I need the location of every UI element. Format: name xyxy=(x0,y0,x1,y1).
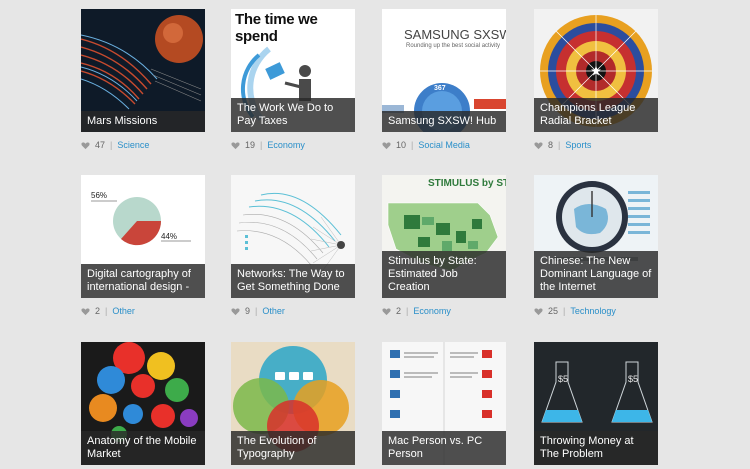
thumbnail-heading: The time we spend xyxy=(235,11,318,45)
heart-icon[interactable] xyxy=(231,307,240,316)
separator: | xyxy=(105,306,108,316)
separator: | xyxy=(406,306,409,316)
separator: | xyxy=(255,306,258,316)
heart-icon[interactable] xyxy=(81,307,90,316)
like-count: 19 xyxy=(245,140,256,150)
card-work-taxes[interactable]: The time we spend The Work We Do to Pay … xyxy=(231,9,355,132)
like-count: 8 xyxy=(548,140,554,150)
category-link[interactable]: Science xyxy=(117,140,149,150)
card-title[interactable]: Throwing Money at The Problem xyxy=(534,431,658,465)
card-title[interactable]: Samsung SXSW! Hub xyxy=(382,111,506,132)
card-throwing-money[interactable]: $5 $5 Throwing Money at The Problem xyxy=(534,342,658,465)
like-count: 2 xyxy=(396,306,402,316)
card-title[interactable]: The Evolution of Typography xyxy=(231,431,355,465)
thumbnail-heading: SAMSUNG SXSW xyxy=(404,27,506,42)
card-meta: 10 | Social Media xyxy=(382,138,470,152)
card-stimulus-by-state[interactable]: STIMULUS by STA Stimulus by State: Estim… xyxy=(382,175,506,298)
card-mac-vs-pc[interactable]: Mac Person vs. PC Person xyxy=(382,342,506,465)
like-count: 9 xyxy=(245,306,251,316)
category-link[interactable]: Social Media xyxy=(418,140,470,150)
separator: | xyxy=(411,140,414,150)
like-count: 25 xyxy=(548,306,559,316)
card-title[interactable]: Stimulus by State: Estimated Job Creatio… xyxy=(382,251,506,298)
card-title[interactable]: Mars Missions xyxy=(81,111,205,132)
card-meta: 25 | Technology xyxy=(534,304,616,318)
svg-text:$5: $5 xyxy=(628,374,638,384)
card-title[interactable]: Anatomy of the Mobile Market xyxy=(81,431,205,465)
card-meta: 19 | Economy xyxy=(231,138,305,152)
heart-icon[interactable] xyxy=(382,141,391,150)
card-typography[interactable]: The Evolution of Typography xyxy=(231,342,355,465)
card-title[interactable]: Digital cartography of international des… xyxy=(81,264,205,298)
card-digital-cartography[interactable]: 56% 44% Digital cartography of internati… xyxy=(81,175,205,298)
separator: | xyxy=(563,306,566,316)
card-title[interactable]: Chinese: The New Dominant Language of th… xyxy=(534,251,658,298)
card-mars-missions[interactable]: Mars Missions xyxy=(81,9,205,132)
card-networks[interactable]: Networks: The Way to Get Something Done xyxy=(231,175,355,298)
card-title[interactable]: Champions League Radial Bracket xyxy=(534,98,658,132)
category-link[interactable]: Sports xyxy=(565,140,591,150)
card-meta: 2 | Economy xyxy=(382,304,451,318)
thumbnail-label: 56% xyxy=(91,191,108,200)
svg-text:$5: $5 xyxy=(558,374,568,384)
category-link[interactable]: Other xyxy=(262,306,285,316)
card-title[interactable]: The Work We Do to Pay Taxes xyxy=(231,98,355,132)
like-count: 47 xyxy=(95,140,106,150)
separator: | xyxy=(260,140,263,150)
card-champions-league[interactable]: Champions League Radial Bracket xyxy=(534,9,658,132)
thumbnail-heading: STIMULUS by STA xyxy=(428,178,506,189)
card-title[interactable]: Mac Person vs. PC Person xyxy=(382,431,506,465)
heart-icon[interactable] xyxy=(81,141,90,150)
card-meta: 8 | Sports xyxy=(534,138,591,152)
card-chinese-internet[interactable]: Chinese: The New Dominant Language of th… xyxy=(534,175,658,298)
category-link[interactable]: Technology xyxy=(570,306,616,316)
card-meta: 9 | Other xyxy=(231,304,285,318)
category-link[interactable]: Economy xyxy=(267,140,305,150)
like-count: 2 xyxy=(95,306,101,316)
card-mobile-market[interactable]: Anatomy of the Mobile Market xyxy=(81,342,205,465)
separator: | xyxy=(558,140,561,150)
heart-icon[interactable] xyxy=(382,307,391,316)
like-count: 10 xyxy=(396,140,407,150)
card-samsung-sxsw[interactable]: SAMSUNG SXSW Rounding up the best social… xyxy=(382,9,506,132)
thumbnail-stat: 367 xyxy=(434,85,446,92)
card-meta: 47 | Science xyxy=(81,138,149,152)
thumbnail-subheading: Rounding up the best social activity xyxy=(406,43,501,49)
card-title[interactable]: Networks: The Way to Get Something Done xyxy=(231,264,355,298)
heart-icon[interactable] xyxy=(231,141,240,150)
thumbnail-label: 44% xyxy=(161,232,178,241)
card-meta: 2 | Other xyxy=(81,304,135,318)
category-link[interactable]: Other xyxy=(112,306,135,316)
heart-icon[interactable] xyxy=(534,141,543,150)
separator: | xyxy=(110,140,113,150)
heart-icon[interactable] xyxy=(534,307,543,316)
category-link[interactable]: Economy xyxy=(413,306,451,316)
